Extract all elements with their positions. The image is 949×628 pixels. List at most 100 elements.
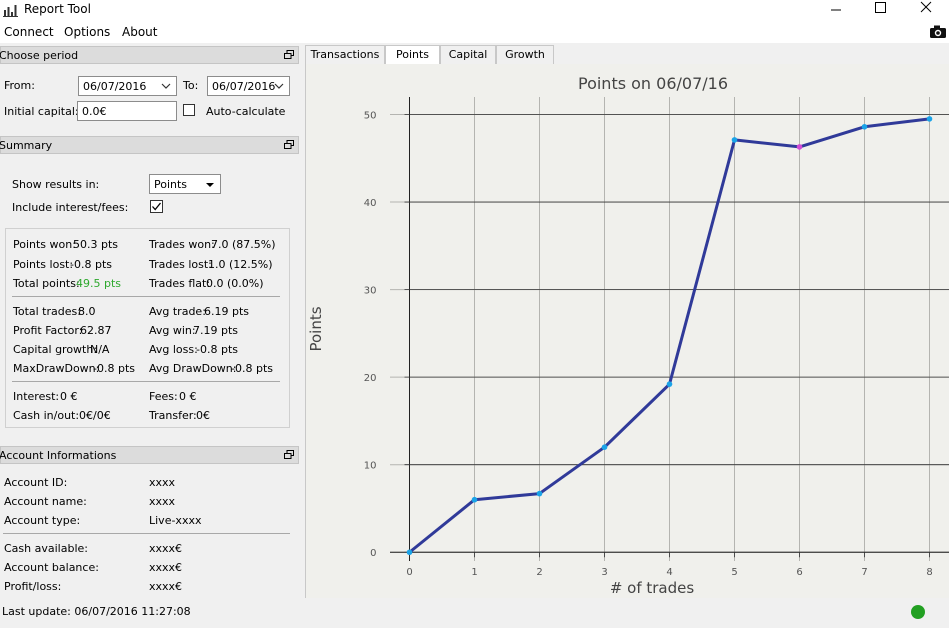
trades-flat-label: Trades flat:: [149, 277, 211, 290]
from-label: From:: [4, 79, 35, 92]
to-date-value: 06/07/2016: [212, 80, 276, 93]
undock-icon[interactable]: [284, 140, 294, 149]
camera-icon[interactable]: [929, 24, 947, 39]
y-tick-label: 50: [364, 111, 377, 122]
chevron-down-icon: [161, 83, 171, 89]
x-tick-label: 8: [926, 567, 932, 578]
tab-points[interactable]: Points: [385, 45, 440, 66]
avg-win-label: Avg win:: [149, 324, 196, 337]
account-balance-label: Account balance:: [4, 561, 99, 574]
fees-label: Fees:: [149, 390, 178, 403]
chart-x-axis-label: # of trades: [610, 579, 695, 597]
interest-value: 0 €: [60, 390, 78, 403]
close-button[interactable]: [905, 0, 945, 20]
account-type-label: Account type:: [4, 514, 81, 527]
transfer-value: 0€: [196, 409, 210, 422]
chart-background: [306, 64, 949, 598]
win-data-point: [731, 137, 738, 143]
avg-drawdown-value: -0.8 pts: [231, 362, 273, 375]
account-id-value: xxxx: [149, 476, 176, 489]
account-divider: [3, 533, 290, 534]
account-id-label: Account ID:: [4, 476, 68, 489]
close-icon: [920, 1, 932, 13]
profit-factor-label: Profit Factor:: [13, 324, 83, 337]
tab-transactions[interactable]: Transactions: [305, 45, 385, 65]
from-date-value: 06/07/2016: [83, 80, 147, 93]
account-balance-value: xxxx€: [149, 561, 183, 574]
initial-capital-input[interactable]: 0.0€: [77, 101, 177, 121]
maximize-icon: [875, 2, 886, 13]
auto-calculate-checkbox[interactable]: [183, 104, 195, 116]
x-tick-label: 1: [471, 567, 477, 578]
max-drawdown-label: MaxDrawDown:: [13, 362, 100, 375]
y-tick-label: 0: [370, 548, 376, 559]
trades-won-value: 7.0 (87.5%): [211, 238, 276, 251]
to-date-picker[interactable]: 06/07/2016: [207, 76, 290, 96]
cash-in-out-label: Cash in/out:: [13, 409, 80, 422]
transfer-label: Transfer:: [149, 409, 197, 422]
total-points-label: Total points:: [13, 277, 80, 290]
menu-connect[interactable]: Connect: [4, 25, 54, 39]
fees-value: 0 €: [179, 390, 197, 403]
app-chart-icon: [3, 5, 18, 17]
initial-capital-label: Initial capital:: [4, 105, 79, 118]
maximize-button[interactable]: [860, 0, 900, 20]
chart-panel: Points on 06/07/16 # of trades Points 0 1…: [305, 64, 949, 598]
win-data-point: [406, 549, 413, 556]
menu-options[interactable]: Options: [64, 25, 110, 39]
x-tick-label: 5: [731, 567, 737, 578]
to-label: To:: [183, 79, 199, 92]
avg-loss-value: -0.8 pts: [196, 343, 238, 356]
trades-lost-label: Trades lost:: [149, 258, 212, 271]
win-data-point: [601, 444, 608, 450]
cash-in-out-value: 0€/0€: [79, 409, 111, 422]
win-data-point: [471, 496, 478, 503]
title-bar: [0, 0, 949, 22]
initial-capital-value: 0.0€: [82, 105, 107, 118]
cash-available-value: xxxx€: [149, 542, 183, 555]
summary-title: Summary: [0, 139, 53, 152]
choose-period-header: Choose period: [0, 46, 299, 64]
total-trades-value: 8.0: [78, 305, 96, 318]
avg-drawdown-label: Avg DrawDown:: [149, 362, 237, 375]
y-tick-label: 40: [364, 198, 377, 209]
avg-loss-label: Avg loss:: [149, 343, 198, 356]
summary-divider: [12, 296, 280, 297]
tab-growth[interactable]: Growth: [496, 45, 554, 65]
x-tick-label: 2: [536, 567, 542, 578]
show-results-select[interactable]: Points: [149, 174, 221, 194]
x-tick-label: 0: [406, 567, 412, 578]
avg-win-value: 7.19 pts: [193, 324, 239, 337]
profit-loss-label: Profit/loss:: [4, 580, 62, 593]
from-date-picker[interactable]: 06/07/2016: [78, 76, 177, 96]
account-info-header: Account Informations: [0, 446, 299, 464]
points-chart[interactable]: Points on 06/07/16 # of trades Points 0 1…: [306, 64, 949, 598]
points-won-label: Points won:: [13, 238, 76, 251]
points-won-value: 50.3 pts: [73, 238, 119, 251]
window-title: Report Tool: [24, 2, 91, 16]
trades-lost-value: 1.0 (12.5%): [208, 258, 273, 271]
tab-capital[interactable]: Capital: [440, 45, 496, 65]
chevron-down-icon: [274, 83, 284, 89]
connection-status-indicator: [911, 605, 925, 619]
include-interest-checkbox[interactable]: [150, 200, 163, 213]
undock-icon[interactable]: [284, 50, 294, 59]
minimize-button[interactable]: [815, 0, 855, 20]
checkmark-icon: [152, 202, 162, 211]
menu-about[interactable]: About: [122, 25, 157, 39]
win-data-point: [926, 116, 933, 122]
points-lost-label: Points lost:: [13, 258, 74, 271]
x-tick-label: 3: [601, 567, 607, 578]
x-tick-label: 4: [666, 567, 672, 578]
minimize-icon: [831, 9, 841, 11]
summary-divider: [12, 381, 280, 382]
y-tick-label: 10: [364, 461, 377, 472]
include-interest-label: Include interest/fees:: [12, 201, 129, 214]
show-results-value: Points: [154, 178, 188, 191]
points-lost-value: -0.8 pts: [70, 258, 112, 271]
y-tick-label: 20: [364, 373, 377, 384]
avg-trade-label: Avg trade:: [149, 305, 206, 318]
choose-period-title: Choose period: [0, 49, 79, 62]
trades-won-label: Trades won:: [149, 238, 215, 251]
undock-icon[interactable]: [284, 450, 294, 459]
